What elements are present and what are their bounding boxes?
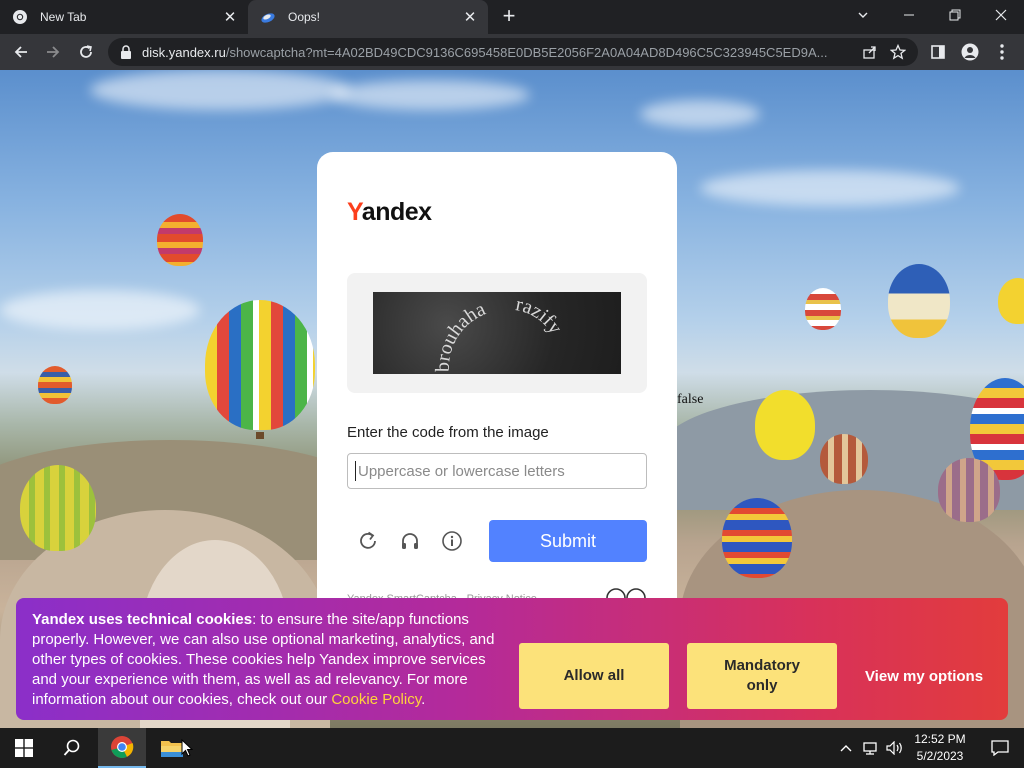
hot-air-balloon [38,366,72,404]
mandatory-only-button[interactable]: Mandatory only [687,643,837,709]
allow-all-button[interactable]: Allow all [519,643,669,709]
notifications-icon[interactable] [976,728,1024,768]
hot-air-balloon [938,458,1000,522]
cloud [0,290,200,330]
cookie-end: . [421,691,426,708]
cloud [640,100,760,128]
url-text: disk.yandex.ru/showcaptcha?mt=4A02BD49CD… [142,45,852,60]
forward-arrow-icon[interactable] [41,40,65,64]
cookie-text: Yandex uses technical cookies: to ensure… [32,610,502,710]
hot-air-balloon [805,288,841,330]
minimize-icon[interactable] [886,0,932,30]
captcha-word: razify [514,293,566,338]
mouse-cursor-icon [180,738,194,758]
info-icon[interactable] [439,528,465,554]
lock-icon [121,45,131,59]
profile-icon[interactable] [958,40,982,64]
browser-toolbar: disk.yandex.ru/showcaptcha?mt=4A02BD49CD… [0,34,1024,70]
stray-text: false [677,392,704,407]
view-my-options-button[interactable]: View my options [856,643,992,709]
tab-strip: New Tab ✕ Oops! ✕ + [0,0,1024,34]
share-icon[interactable] [862,44,878,60]
text-caret [355,461,356,481]
captcha-code-input[interactable] [347,453,647,489]
hot-air-balloon [998,278,1024,324]
yandex-disk-icon [261,13,275,23]
close-tab-icon[interactable]: ✕ [460,7,480,27]
close-tab-icon[interactable]: ✕ [220,7,240,27]
audio-captcha-icon[interactable] [397,528,423,554]
hot-air-balloon [820,434,868,484]
url-path: /showcaptcha?mt=4A02BD49CDC9136C695458E0… [225,44,828,60]
tab-title: New Tab [40,10,87,24]
captcha-image: brouhaha razify [373,292,621,374]
bookmark-star-icon[interactable] [889,43,907,60]
submit-button[interactable]: Submit [489,520,647,562]
captcha-instruction: Enter the code from the image [347,424,549,441]
windows-taskbar: 12:52 PM 5/2/2023 [0,728,1024,768]
captcha-container: brouhaha razify [347,273,647,393]
page-background: false Yandex brouhaha razify Enter the c… [0,70,1024,728]
windows-start-icon[interactable] [0,728,48,768]
chevron-up-icon[interactable] [836,728,856,768]
address-bar[interactable]: disk.yandex.ru/showcaptcha?mt=4A02BD49CD… [108,38,918,66]
clock-date: 5/2/2023 [916,749,964,763]
chrome-icon [13,10,27,24]
hot-air-balloon [722,498,792,578]
hot-air-balloon [205,300,315,430]
captcha-word-2: razify [514,293,566,338]
cloud [700,170,960,206]
volume-icon[interactable] [884,728,906,768]
yandex-logo-rest: andex [361,198,432,226]
url-host: disk.yandex.ru [142,44,226,60]
captcha-word: brouhaha [432,298,489,372]
network-icon[interactable] [860,728,884,768]
yandex-logo-y: Y [347,198,362,226]
cloud [90,70,350,110]
search-icon[interactable] [48,728,96,768]
reload-icon[interactable] [74,40,98,64]
cloud [330,80,530,110]
hot-air-balloon [755,390,815,460]
tab-title: Oops! [288,10,321,24]
tab-oops[interactable]: Oops! ✕ [248,0,488,34]
clock-time: 12:52 PM [914,732,966,746]
captcha-card: Yandex brouhaha razify Enter the code fr… [317,152,677,672]
back-arrow-icon[interactable] [9,40,33,64]
cookie-title: Yandex uses technical cookies [32,611,253,628]
chrome-taskbar-icon[interactable] [98,728,146,768]
hot-air-balloon [888,264,950,338]
balloon-basket [256,432,264,439]
hot-air-balloon [157,214,203,266]
menu-dots-icon[interactable] [990,40,1014,64]
tab-new-tab[interactable]: New Tab ✕ [0,0,248,34]
refresh-captcha-icon[interactable] [355,528,381,554]
system-clock[interactable]: 12:52 PM 5/2/2023 [910,731,970,765]
tab-search-icon[interactable] [840,0,886,30]
hot-air-balloon [20,465,96,551]
captcha-word-1: brouhaha [432,298,489,372]
yandex-logo: Yandex [347,198,432,227]
cookie-banner: Yandex uses technical cookies: to ensure… [16,598,1008,720]
cookie-policy-link[interactable]: Cookie Policy [331,691,421,708]
close-window-icon[interactable] [978,0,1024,30]
restore-icon[interactable] [932,0,978,30]
side-panel-icon[interactable] [926,40,950,64]
new-tab-button[interactable]: + [496,5,522,29]
